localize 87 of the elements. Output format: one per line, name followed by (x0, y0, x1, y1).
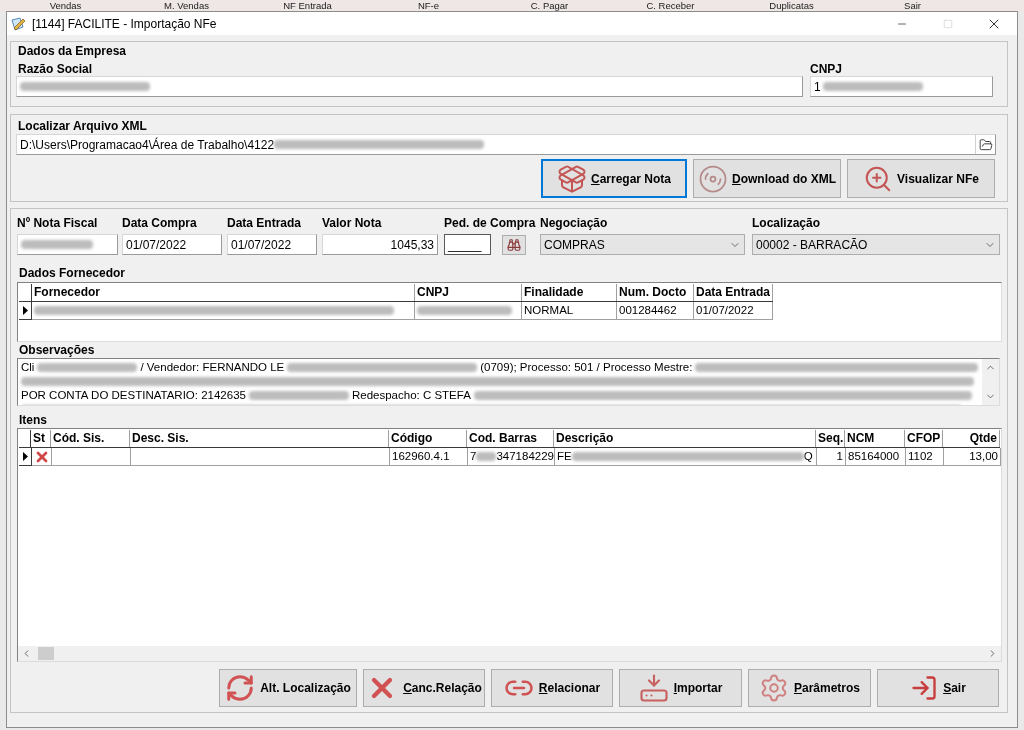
window-title: [1144] FACILITE - Importação NFe (32, 15, 217, 33)
row-pointer-icon (22, 452, 28, 461)
column-header[interactable]: Desc. Sis. (130, 430, 389, 447)
search-button[interactable] (502, 234, 526, 255)
table-cell: 162960.4.1 (390, 448, 468, 466)
action-button[interactable]: Canc.Relação (363, 669, 485, 707)
action-button[interactable]: Sair (877, 669, 999, 707)
input-field[interactable]: 1 (810, 76, 993, 97)
cell-text: FE (557, 449, 572, 464)
column-header[interactable]: NCM (845, 430, 905, 447)
column-header[interactable]: CFOP (905, 430, 943, 447)
column-header[interactable]: St (31, 430, 51, 447)
table-cell: 1102 (906, 448, 944, 466)
dropdown[interactable]: 00002 - BARRACÃO (752, 234, 1000, 255)
field-label: Valor Nota (322, 216, 383, 230)
drive-download-icon (638, 673, 669, 703)
file-path-field[interactable]: D:\Users\Programacao4\Área de Trabalho\4122 (16, 134, 996, 155)
column-header[interactable]: Cód. Sis. (51, 430, 130, 447)
toolbar-label[interactable]: Sair (904, 0, 921, 11)
redacted-text (21, 240, 93, 249)
field-label: Dados Fornecedor (19, 266, 127, 280)
column-header[interactable]: Código (389, 430, 467, 447)
toolbar-label[interactable]: Vendas (49, 0, 82, 11)
input-field[interactable]: 01/07/2022 (227, 234, 317, 255)
field-label: Ped. de Compra (444, 216, 537, 230)
maximize-icon (943, 18, 953, 29)
table-cell: NORMAL (522, 302, 617, 320)
field-label: Localizar Arquivo XML (18, 119, 148, 133)
toolbar-label[interactable]: C. Pagar (530, 0, 569, 11)
vertical-scrollbar[interactable] (982, 359, 999, 405)
column-header[interactable]: Fornecedor (32, 284, 415, 301)
binoculars-icon (507, 237, 521, 252)
observations-field[interactable]: Cli / Vendedor: FERNANDO LE (0709); Processo: 501 / Processo Mestre: POR CONTA DO DESTINATARIO: 2142635 Redespacho: C STEFA (17, 358, 1000, 406)
field-label: Itens (19, 413, 48, 427)
input-field[interactable]: _____ (444, 234, 491, 255)
toolbar-label[interactable]: M. Vendas (164, 0, 209, 11)
table-cell: 001284462 (617, 302, 694, 320)
column-header[interactable]: Seq. (816, 430, 845, 447)
action-button[interactable]: Relacionar (491, 669, 613, 707)
panel-title: Dados da Empresa (18, 44, 128, 58)
column-header[interactable]: Descrição (554, 430, 816, 447)
folder-icon (978, 137, 993, 152)
toolbar-label[interactable]: NF-e (417, 0, 440, 11)
column-header[interactable]: Qtde (943, 430, 1000, 447)
field-label: CNPJ (810, 62, 843, 76)
disc-icon (698, 163, 728, 194)
column-header[interactable]: CNPJ (415, 284, 522, 301)
field-label: Data Entrada (227, 216, 303, 230)
column-header[interactable]: Finalidade (522, 284, 617, 301)
input-field[interactable] (16, 76, 803, 97)
field-label: Observações (19, 343, 96, 357)
redacted-text (476, 452, 497, 461)
open-box-icon (556, 163, 587, 194)
field-label: Nº Nota Fiscal (17, 216, 99, 230)
action-button[interactable]: Download do XML (693, 159, 841, 198)
field-label: Data Compra (122, 216, 198, 230)
horizontal-scrollbar[interactable] (18, 646, 1001, 661)
action-button[interactable]: Carregar Nota (541, 159, 687, 198)
action-button[interactable]: Alt. Localização (219, 669, 357, 707)
field-label: Razão Social (18, 62, 94, 76)
refresh-arrows-icon (225, 673, 256, 703)
input-field[interactable]: 1045,33 (322, 234, 438, 255)
cell-text: 7 (470, 449, 477, 464)
field-label: Negociação (540, 216, 609, 230)
table-cell: 01/07/2022 (694, 302, 773, 320)
table-cell: 1 (817, 448, 846, 466)
action-button[interactable]: Visualizar NFe (847, 159, 995, 198)
toolbar-label[interactable]: C. Receber (646, 0, 695, 11)
document-pen-icon (10, 15, 26, 32)
scrollbar-thumb[interactable] (38, 647, 54, 660)
row-pointer-icon (22, 306, 28, 315)
browse-button[interactable] (975, 135, 995, 154)
dropdown[interactable]: COMPRAS (540, 234, 745, 255)
column-header[interactable]: Num. Docto (617, 284, 694, 301)
action-button[interactable]: Parâmetros (748, 669, 871, 707)
table-cell: 13,00 (944, 448, 1001, 466)
toolbar-label[interactable]: NF Entrada (283, 0, 332, 11)
cell-text: Q (803, 449, 813, 464)
action-button[interactable]: Importar (619, 669, 742, 707)
input-field[interactable]: 01/07/2022 (122, 234, 222, 255)
column-header[interactable]: Cod. Barras (467, 430, 554, 447)
cell-text: 347184229 (496, 449, 554, 464)
column-header[interactable]: Data Entrada (694, 284, 773, 301)
input-field[interactable] (17, 234, 118, 255)
field-label: Localização (752, 216, 822, 230)
toolbar-label[interactable]: Duplicatas (769, 0, 814, 11)
table-cell: 85164000 (846, 448, 906, 466)
